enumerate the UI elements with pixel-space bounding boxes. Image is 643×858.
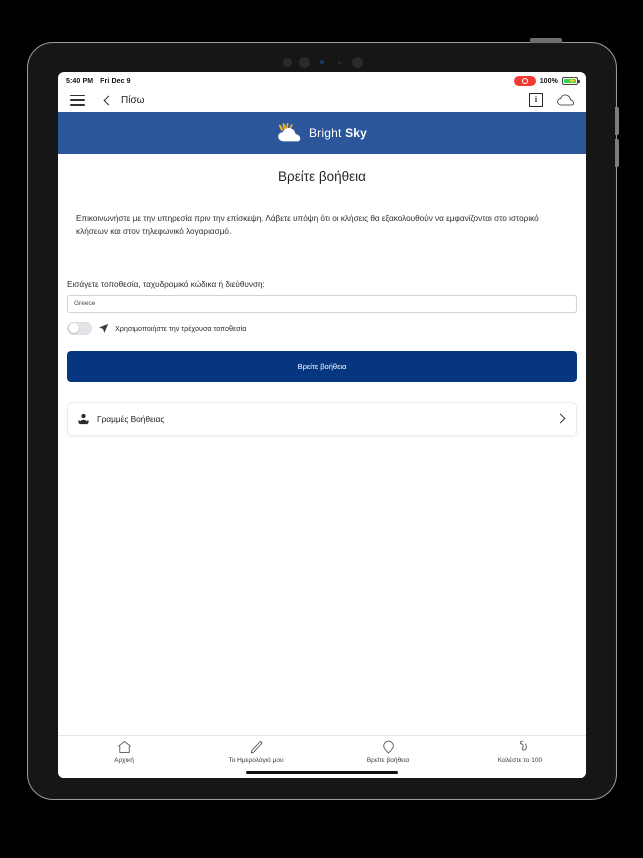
use-current-location-row[interactable]: Χρησιμοποιήστε την τρέχουσα τοποθεσία bbox=[58, 313, 586, 335]
find-help-submit-label: Βρείτε βοήθεια bbox=[297, 361, 347, 371]
brand-second: Sky bbox=[345, 126, 368, 140]
location-field-label: Εισάγετε τοποθεσία, ταχυδρομικό κώδικα ή… bbox=[67, 279, 265, 289]
screen-recording-indicator-icon[interactable] bbox=[513, 76, 536, 86]
bright-sky-cloud-sun-logo-icon bbox=[278, 123, 301, 142]
screenshot-root: 5:40 PM Fri Dec 9 100% ⚡ Πίσω i Bright S… bbox=[0, 0, 643, 858]
page-title: Βρείτε βοήθεια bbox=[278, 169, 366, 184]
volume-up-button[interactable] bbox=[615, 107, 619, 135]
home-icon bbox=[117, 741, 131, 753]
use-current-location-toggle[interactable] bbox=[67, 321, 92, 335]
tab-call-100[interactable]: Καλέστε το 100 bbox=[454, 740, 586, 764]
toggle-knob bbox=[69, 323, 79, 334]
tab-my-journal[interactable]: Το Ημερολόγιό μου bbox=[190, 740, 322, 764]
info-icon[interactable]: i bbox=[529, 93, 543, 107]
tab-find-help[interactable]: Βρείτε βοήθεια bbox=[322, 740, 454, 764]
tab-my-journal-label: Το Ημερολόγιό μου bbox=[228, 757, 284, 764]
back-button-label: Πίσω bbox=[121, 94, 145, 106]
helplines-list-item[interactable]: Γραμμές Βοήθειας bbox=[67, 401, 577, 436]
volume-down-button[interactable] bbox=[615, 139, 619, 167]
cloud-icon[interactable] bbox=[557, 94, 574, 106]
navigation-arrow-icon bbox=[99, 323, 109, 333]
tab-home[interactable]: Αρχική bbox=[58, 740, 190, 764]
location-input[interactable]: Greece bbox=[67, 294, 577, 313]
status-bar: 5:40 PM Fri Dec 9 100% ⚡ bbox=[58, 72, 586, 88]
bottom-tab-bar: Αρχική Το Ημερολόγιό μου Βρείτε βοήθεια … bbox=[58, 735, 586, 778]
back-button[interactable]: Πίσω bbox=[103, 94, 145, 106]
intro-text: Επικοινωνήστε με την υπηρεσία πριν την ε… bbox=[76, 214, 539, 236]
status-bar-date: Fri Dec 9 bbox=[100, 77, 131, 85]
brand-label: Bright Sky bbox=[309, 126, 367, 140]
record-dot-icon bbox=[521, 78, 528, 84]
camera-lens-icon bbox=[299, 57, 310, 68]
phone-icon bbox=[519, 740, 527, 751]
find-help-submit-button[interactable]: Βρείτε βοήθεια bbox=[67, 350, 577, 382]
tab-home-label: Αρχική bbox=[114, 757, 134, 764]
chevron-right-icon bbox=[555, 413, 566, 424]
battery-percent-label: 100% bbox=[539, 77, 558, 85]
home-indicator bbox=[246, 771, 398, 774]
use-current-location-label: Χρησιμοποιήστε την τρέχουσα τοποθεσία bbox=[115, 323, 247, 333]
device-screen: 5:40 PM Fri Dec 9 100% ⚡ Πίσω i Bright S… bbox=[58, 72, 586, 778]
helplines-label: Γραμμές Βοήθειας bbox=[97, 413, 165, 424]
power-button[interactable] bbox=[530, 38, 562, 43]
pencil-icon bbox=[250, 740, 263, 754]
app-nav-bar: Πίσω i bbox=[58, 88, 586, 112]
sensor-icon bbox=[320, 60, 324, 64]
tab-find-help-label: Βρείτε βοήθεια bbox=[366, 757, 410, 764]
battery-charging-icon: ⚡ bbox=[562, 77, 580, 85]
sensor-icon bbox=[338, 61, 341, 64]
page-content: Βρείτε βοήθεια Επικοινωνήστε με την υπηρ… bbox=[58, 154, 586, 778]
location-input-value: Greece bbox=[74, 300, 96, 308]
hamburger-menu-icon[interactable] bbox=[70, 94, 85, 106]
camera-lens-icon bbox=[283, 58, 292, 67]
app-header: Bright Sky bbox=[58, 112, 586, 154]
person-headset-icon bbox=[78, 413, 89, 424]
camera-lens-icon bbox=[352, 57, 363, 68]
status-bar-time: 5:40 PM bbox=[66, 77, 94, 85]
brand-first: Bright bbox=[308, 126, 342, 140]
chevron-left-icon bbox=[103, 95, 114, 105]
map-pin-icon bbox=[382, 740, 394, 754]
tab-call-100-label: Καλέστε το 100 bbox=[497, 757, 543, 764]
